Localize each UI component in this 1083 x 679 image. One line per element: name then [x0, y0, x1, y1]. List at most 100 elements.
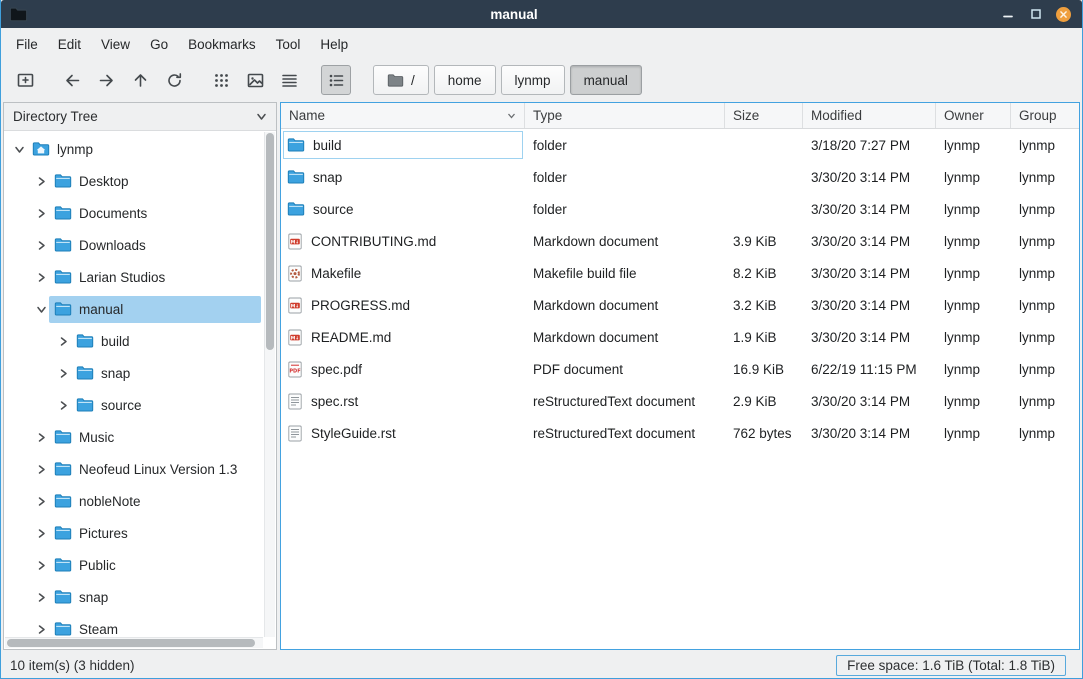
file-row-progress-md[interactable]: M↓PROGRESS.mdMarkdown document3.2 KiB3/3… [281, 289, 1079, 321]
chevron-right-icon[interactable] [34, 528, 49, 539]
minimize-button[interactable] [999, 6, 1016, 23]
tree-item-neofeud-linux-version-1-3[interactable]: Neofeud Linux Version 1.3 [4, 453, 276, 485]
tree-item-source[interactable]: source [4, 389, 276, 421]
column-header-modified[interactable]: Modified [803, 103, 936, 128]
scrollbar-thumb[interactable] [7, 639, 255, 647]
tree-item-body[interactable]: snap [71, 360, 261, 387]
chevron-right-icon[interactable] [34, 272, 49, 283]
tree-item-body[interactable]: Larian Studios [49, 264, 261, 291]
tree-item-documents[interactable]: Documents [4, 197, 276, 229]
chevron-right-icon[interactable] [34, 176, 49, 187]
tree-item-desktop[interactable]: Desktop [4, 165, 276, 197]
tree-item-body[interactable]: source [71, 392, 261, 419]
tree-item-body[interactable]: nobleNote [49, 488, 261, 515]
path-segment-manual[interactable]: manual [570, 65, 642, 95]
tree-item-larian-studios[interactable]: Larian Studios [4, 261, 276, 293]
column-header-name[interactable]: Name [281, 103, 525, 128]
chevron-right-icon[interactable] [34, 592, 49, 603]
tree-item-public[interactable]: Public [4, 549, 276, 581]
forward-button[interactable] [91, 65, 121, 95]
tree-item-noblenote[interactable]: nobleNote [4, 485, 276, 517]
tree-item-body[interactable]: Music [49, 424, 261, 451]
tree-item-build[interactable]: build [4, 325, 276, 357]
menu-file[interactable]: File [6, 32, 48, 57]
tree-item-body[interactable]: Desktop [49, 168, 261, 195]
tree-item-lynmp[interactable]: lynmp [4, 133, 276, 165]
tree-item-body[interactable]: Public [49, 552, 261, 579]
refresh-button[interactable] [159, 65, 189, 95]
menu-view[interactable]: View [91, 32, 140, 57]
detailed-list-view-button[interactable] [321, 65, 351, 95]
file-row-snap[interactable]: snapfolder3/30/20 3:14 PMlynmplynmp [281, 161, 1079, 193]
sidebar-header[interactable]: Directory Tree [4, 103, 276, 131]
sidebar-horizontal-scrollbar[interactable] [5, 637, 263, 648]
directory-tree: lynmp Desktop Documents Downloads Larian Stu… [4, 131, 276, 649]
tree-item-pictures[interactable]: Pictures [4, 517, 276, 549]
tree-item-body[interactable]: build [71, 328, 261, 355]
chevron-right-icon[interactable] [34, 432, 49, 443]
column-header-type[interactable]: Type [525, 103, 725, 128]
maximize-button[interactable] [1027, 6, 1044, 23]
filelist-body[interactable]: buildfolder3/18/20 7:27 PMlynmplynmpsnap… [281, 129, 1079, 649]
icon-view-button[interactable] [206, 65, 236, 95]
close-button[interactable] [1055, 6, 1072, 23]
back-button[interactable] [57, 65, 87, 95]
file-name-cell: source [281, 193, 525, 225]
file-row-source[interactable]: sourcefolder3/30/20 3:14 PMlynmplynmp [281, 193, 1079, 225]
file-row-spec-rst[interactable]: spec.rstreStructuredText document2.9 KiB… [281, 385, 1079, 417]
menu-edit[interactable]: Edit [48, 32, 91, 57]
path-segment-label: lynmp [515, 73, 551, 88]
file-name: StyleGuide.rst [311, 426, 396, 441]
chevron-right-icon[interactable] [34, 464, 49, 475]
tree-item-body[interactable]: snap [49, 584, 261, 611]
chevron-right-icon[interactable] [34, 496, 49, 507]
column-header-owner[interactable]: Owner [936, 103, 1011, 128]
menu-bookmarks[interactable]: Bookmarks [178, 32, 266, 57]
tree-item-body[interactable]: manual [49, 296, 261, 323]
tree-item-body[interactable]: Neofeud Linux Version 1.3 [49, 456, 261, 483]
chevron-right-icon[interactable] [56, 336, 71, 347]
scrollbar-thumb[interactable] [266, 133, 274, 350]
compact-view-button[interactable] [274, 65, 304, 95]
tree-item-body[interactable]: Downloads [49, 232, 261, 259]
tree-item-body[interactable]: Pictures [49, 520, 261, 547]
chevron-right-icon[interactable] [56, 368, 71, 379]
column-header-group[interactable]: Group [1011, 103, 1079, 128]
new-tab-button[interactable] [10, 65, 40, 95]
path-segment-home[interactable]: home [434, 65, 496, 95]
file-row-build[interactable]: buildfolder3/18/20 7:27 PMlynmplynmp [281, 129, 1079, 161]
file-row-contributing-md[interactable]: M↓CONTRIBUTING.mdMarkdown document3.9 Ki… [281, 225, 1079, 257]
file-group: lynmp [1011, 257, 1079, 289]
thumbnail-view-button[interactable] [240, 65, 270, 95]
chevron-down-icon[interactable] [256, 111, 267, 122]
tree-item-snap[interactable]: snap [4, 357, 276, 389]
chevron-right-icon[interactable] [34, 560, 49, 571]
tree-item-body[interactable]: lynmp [27, 136, 261, 163]
file-row-readme-md[interactable]: M↓README.mdMarkdown document1.9 KiB3/30/… [281, 321, 1079, 353]
chevron-right-icon[interactable] [34, 208, 49, 219]
file-name-cell: Makefile [281, 257, 525, 289]
up-button[interactable] [125, 65, 155, 95]
tree-item-manual[interactable]: manual [4, 293, 276, 325]
tree-item-music[interactable]: Music [4, 421, 276, 453]
chevron-right-icon[interactable] [34, 624, 49, 635]
chevron-down-icon[interactable] [34, 304, 49, 315]
file-row-makefile[interactable]: MakefileMakefile build file8.2 KiB3/30/2… [281, 257, 1079, 289]
menu-tool[interactable]: Tool [266, 32, 311, 57]
chevron-down-icon[interactable] [12, 144, 27, 155]
column-header-size[interactable]: Size [725, 103, 803, 128]
makefile-icon [287, 265, 303, 282]
tree-item-body[interactable]: Documents [49, 200, 261, 227]
menu-help[interactable]: Help [310, 32, 358, 57]
chevron-right-icon[interactable] [56, 400, 71, 411]
menu-go[interactable]: Go [140, 32, 178, 57]
titlebar[interactable]: manual [1, 0, 1082, 28]
tree-item-snap[interactable]: snap [4, 581, 276, 613]
tree-item-downloads[interactable]: Downloads [4, 229, 276, 261]
path-segment-lynmp[interactable]: lynmp [501, 65, 565, 95]
sidebar-vertical-scrollbar[interactable] [264, 132, 275, 637]
path-root-button[interactable]: / [373, 65, 429, 95]
chevron-right-icon[interactable] [34, 240, 49, 251]
file-row-spec-pdf[interactable]: PDFspec.pdfPDF document16.9 KiB6/22/19 1… [281, 353, 1079, 385]
file-row-styleguide-rst[interactable]: StyleGuide.rstreStructuredText document7… [281, 417, 1079, 449]
